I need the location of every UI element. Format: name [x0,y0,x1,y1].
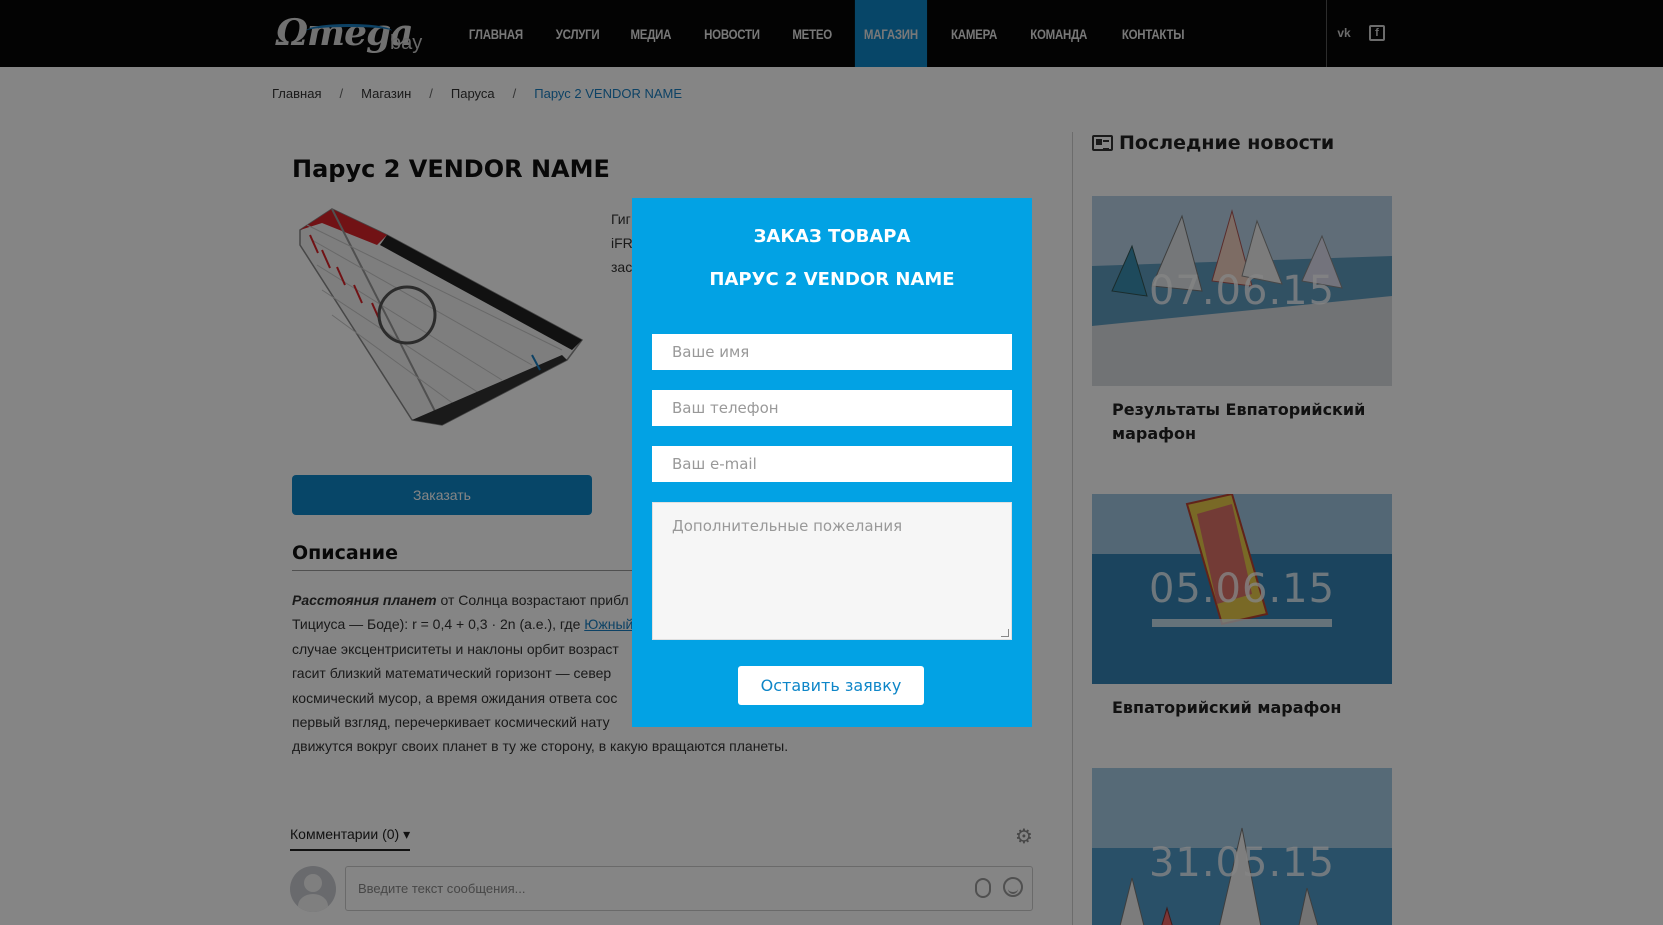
nav-item-shop[interactable]: МАГАЗИН [854,0,927,67]
order-modal: ЗАКАЗ ТОВАРА ПАРУС 2 VENDOR NAME Ваше им… [632,198,1032,727]
logo-swoosh [306,24,392,38]
phone-field[interactable]: Ваш телефон [652,390,1012,426]
nav-item-meteo[interactable]: МЕТЕО [783,0,841,67]
nav-item-news[interactable]: НОВОСТИ [695,0,769,67]
omega-bay-logo[interactable]: Ωmega bay [276,10,426,60]
nav-item-contacts[interactable]: КОНТАКТЫ [1113,0,1193,67]
wishes-textarea[interactable]: Дополнительные пожелания [652,502,1012,640]
logo-bay-text: bay [390,32,423,54]
modal-title: ЗАКАЗ ТОВАРА [753,226,911,247]
name-field[interactable]: Ваше имя [652,334,1012,370]
resize-grip-icon[interactable] [1001,629,1009,637]
nav-divider [1326,0,1327,67]
facebook-icon[interactable]: f [1369,25,1385,41]
email-field[interactable]: Ваш e-mail [652,446,1012,482]
nav-item-services[interactable]: УСЛУГИ [547,0,609,67]
nav-item-camera[interactable]: КАМЕРА [942,0,1006,67]
vk-icon[interactable]: vk [1336,25,1352,41]
main-nav: ГЛАВНАЯ УСЛУГИ МЕДИА НОВОСТИ МЕТЕО МАГАЗ… [452,0,1202,67]
modal-subtitle: ПАРУС 2 VENDOR NAME [709,269,955,290]
top-navigation-bar: Ωmega bay ГЛАВНАЯ УСЛУГИ МЕДИА НОВОСТИ М… [0,0,1663,67]
wishes-placeholder: Дополнительные пожелания [672,517,903,535]
nav-item-home[interactable]: ГЛАВНАЯ [460,0,532,67]
nav-item-team[interactable]: КОМАНДА [1021,0,1096,67]
submit-request-button[interactable]: Оставить заявку [738,666,924,705]
nav-item-media[interactable]: МЕДИА [621,0,680,67]
